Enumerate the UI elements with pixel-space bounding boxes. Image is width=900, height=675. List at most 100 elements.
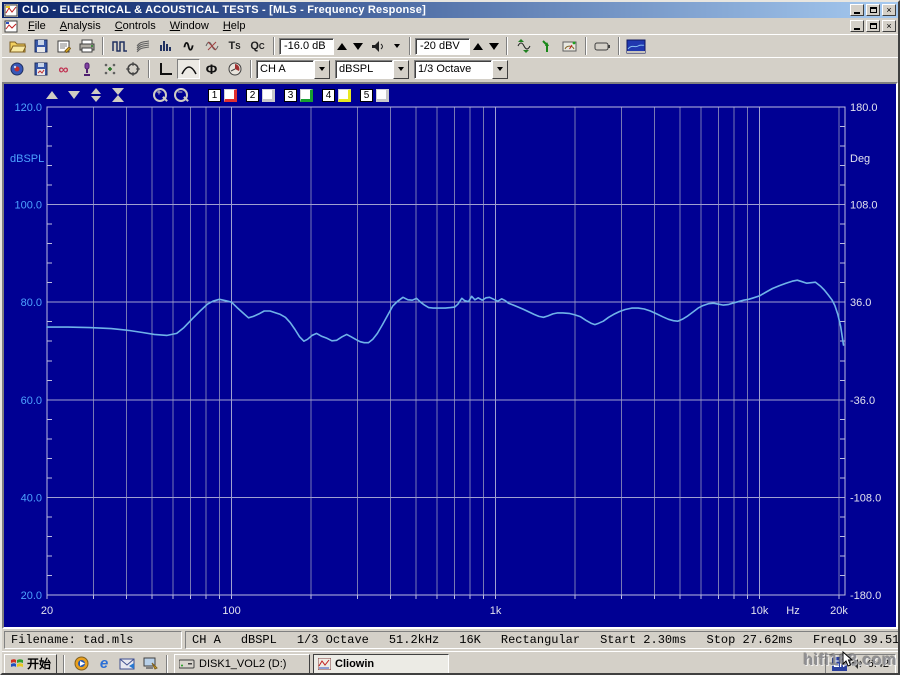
child-minimize-button[interactable] xyxy=(850,20,864,32)
curve-5-color-swatch[interactable] xyxy=(376,89,389,102)
task-disk-window[interactable]: DISK1_VOL2 (D:) xyxy=(174,654,310,674)
generator-button[interactable] xyxy=(591,36,614,56)
curve-2-color-swatch[interactable] xyxy=(262,89,275,102)
menu-help[interactable]: Help xyxy=(216,19,253,33)
frequency-response-plot: 120.0180.0100.0108.080.036.060.0-36.040.… xyxy=(4,84,896,625)
show-desktop-icon[interactable] xyxy=(140,655,160,673)
curve-1-color-swatch[interactable] xyxy=(224,89,237,102)
capture-button[interactable] xyxy=(6,59,29,79)
svg-text:36.0: 36.0 xyxy=(850,297,871,309)
child-restore-button[interactable] xyxy=(866,20,880,32)
curve-4-color-swatch[interactable] xyxy=(338,89,351,102)
save-button[interactable] xyxy=(29,36,52,56)
svg-text:10k: 10k xyxy=(751,605,769,617)
toolbar-separator xyxy=(102,37,104,55)
svg-text:80.0: 80.0 xyxy=(21,297,42,309)
settings-target-button[interactable] xyxy=(121,59,144,79)
menu-analysis[interactable]: Analysis xyxy=(53,19,108,33)
fft-analysis-button[interactable] xyxy=(154,36,177,56)
svg-text:-108.0: -108.0 xyxy=(850,492,881,504)
mls-toolbar: ∞ Φ CH A dBSPL 1/3 Octave xyxy=(2,57,898,80)
unit-dropdown-arrow[interactable] xyxy=(393,60,409,79)
quality-control-button[interactable]: QC xyxy=(246,36,269,56)
mls-document-icon[interactable] xyxy=(4,20,18,33)
input-sensitivity-down-button[interactable] xyxy=(486,37,502,55)
minimize-button[interactable] xyxy=(850,4,864,16)
process-data-button[interactable] xyxy=(98,59,121,79)
internet-explorer-icon[interactable]: e xyxy=(94,655,114,673)
open-file-button[interactable] xyxy=(6,36,29,56)
meter-button[interactable] xyxy=(558,36,581,56)
restore-button[interactable] xyxy=(866,4,880,16)
save-graphics-button[interactable] xyxy=(29,59,52,79)
axes-scale-button[interactable] xyxy=(154,59,177,79)
expand-scale-button[interactable] xyxy=(88,88,104,102)
input-sensitivity-field[interactable]: -20 dBV xyxy=(415,38,470,55)
channel-select[interactable]: CH A xyxy=(256,60,330,79)
unit-select[interactable]: dBSPL xyxy=(335,60,409,79)
status-filename: Filename: tad.mls xyxy=(4,631,182,649)
menu-controls[interactable]: Controls xyxy=(108,19,163,33)
mls-window-icon[interactable] xyxy=(624,36,647,56)
sweep-analysis-button[interactable] xyxy=(200,36,223,56)
curve-3-color-swatch[interactable] xyxy=(300,89,313,102)
curve-4-button[interactable]: 4 xyxy=(322,89,335,102)
close-button[interactable]: × xyxy=(882,4,896,16)
output-options-dropdown[interactable] xyxy=(389,37,405,55)
smoothing-select[interactable]: 1/3 Octave xyxy=(414,60,508,79)
waterfall-analysis-button[interactable] xyxy=(131,36,154,56)
mls-analysis-button[interactable] xyxy=(108,36,131,56)
scale-up-button[interactable] xyxy=(44,88,60,102)
zoom-in-button[interactable]: + xyxy=(152,88,167,103)
loop-button[interactable]: ∞ xyxy=(52,59,75,79)
unit-value: dBSPL xyxy=(335,60,393,79)
autorange-button[interactable] xyxy=(512,36,535,56)
title-bar: CLIO - ELECTRICAL & ACOUSTICAL TESTS - [… xyxy=(2,2,898,18)
output-level-down-button[interactable] xyxy=(350,37,366,55)
disk-drive-icon xyxy=(179,659,195,669)
status-window: Rectangular xyxy=(501,633,580,647)
zoom-out-button[interactable]: − xyxy=(173,88,188,103)
svg-text:120.0: 120.0 xyxy=(14,102,42,114)
svg-text:dBSPL: dBSPL xyxy=(10,153,44,165)
toolbar-separator xyxy=(273,37,275,55)
microphone-button[interactable] xyxy=(75,59,98,79)
speaker-icon[interactable] xyxy=(366,36,389,56)
scale-down-button[interactable] xyxy=(66,88,82,102)
child-close-button[interactable]: × xyxy=(882,20,896,32)
smoothing-dropdown-arrow[interactable] xyxy=(492,60,508,79)
toolbar-separator xyxy=(409,37,411,55)
input-monitor-button[interactable] xyxy=(535,36,558,56)
clio-window: CLIO - ELECTRICAL & ACOUSTICAL TESTS - [… xyxy=(0,0,900,675)
curve-2-button[interactable]: 2 xyxy=(246,89,259,102)
compress-scale-button[interactable] xyxy=(110,88,126,102)
windows-logo-icon xyxy=(10,657,24,670)
status-settings: CH A dBSPL 1/3 Octave 51.2kHz 16K Rectan… xyxy=(185,631,900,649)
output-level-field[interactable]: -16.0 dB xyxy=(279,38,334,55)
curve-3-button[interactable]: 3 xyxy=(284,89,297,102)
start-button[interactable]: 开始 xyxy=(4,654,57,674)
sinusoidal-analysis-button[interactable]: ∿ xyxy=(177,36,200,56)
output-level-up-button[interactable] xyxy=(334,37,350,55)
curve-1-button[interactable]: 1 xyxy=(208,89,221,102)
toolbar-separator xyxy=(585,37,587,55)
menu-file[interactable]: File xyxy=(21,19,53,33)
show-phase-button[interactable]: Φ xyxy=(200,59,223,79)
curve-5-button[interactable]: 5 xyxy=(360,89,373,102)
task-disk-label: DISK1_VOL2 (D:) xyxy=(199,658,286,670)
media-player-icon[interactable] xyxy=(71,655,91,673)
task-cliowin[interactable]: Cliowin xyxy=(313,654,449,674)
menu-window[interactable]: Window xyxy=(163,19,216,33)
show-modulus-button[interactable] xyxy=(177,59,200,79)
input-sensitivity-up-button[interactable] xyxy=(470,37,486,55)
outlook-express-icon[interactable] xyxy=(117,655,137,673)
status-start: Start 2.30ms xyxy=(600,633,686,647)
cliowin-icon xyxy=(318,658,331,670)
svg-text:Deg: Deg xyxy=(850,153,870,165)
channel-dropdown-arrow[interactable] xyxy=(314,60,330,79)
print-button[interactable] xyxy=(75,36,98,56)
notes-button[interactable] xyxy=(52,36,75,56)
mouse-cursor xyxy=(842,651,854,667)
time-domain-button[interactable] xyxy=(223,59,246,79)
thiele-small-button[interactable]: TS xyxy=(223,36,246,56)
